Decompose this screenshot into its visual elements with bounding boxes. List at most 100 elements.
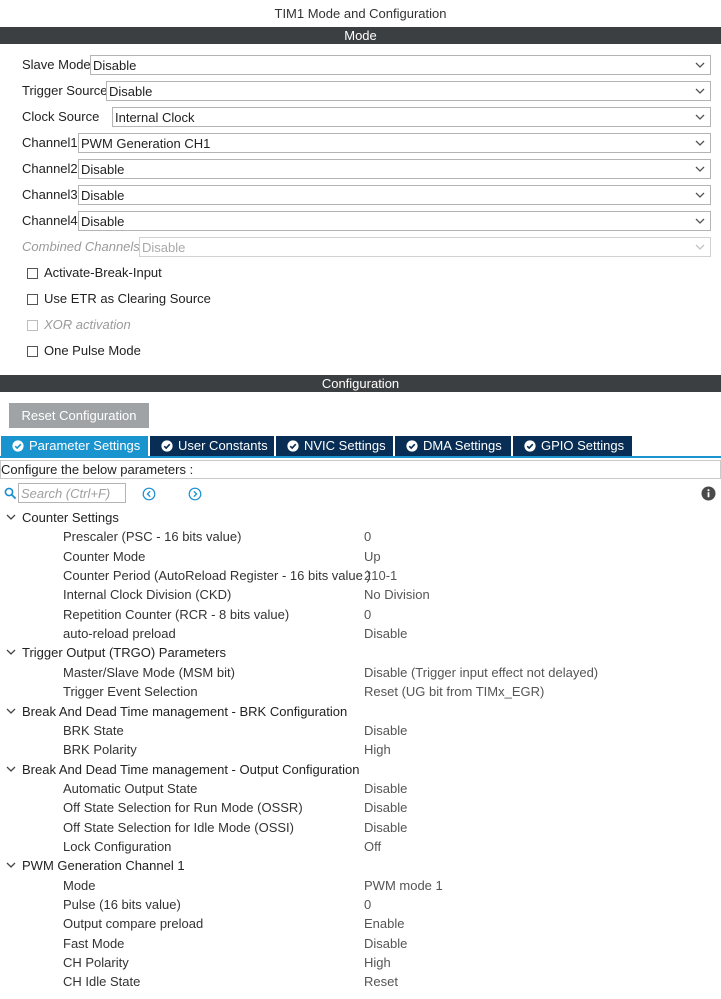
param-value[interactable]: Disable [364,820,407,835]
prev-arrow-icon[interactable] [142,487,156,501]
reset-configuration-button[interactable]: Reset Configuration [9,403,149,428]
channel1-value: PWM Generation CH1 [81,136,211,151]
param-value[interactable]: 0 [364,607,371,622]
tab-gpio-settings[interactable]: GPIO Settings [513,436,632,456]
chevron-down-icon[interactable] [695,190,705,200]
chevron-down-icon[interactable] [6,860,16,870]
check-circle-icon [161,440,173,452]
slave-mode-select[interactable]: Disable [90,55,711,75]
xor-activation-checkbox [27,320,38,331]
chevron-down-icon[interactable] [6,647,16,657]
param-value[interactable]: High [364,955,391,970]
trigger-source-label: Trigger Source [22,83,108,98]
channel1-select[interactable]: PWM Generation CH1 [78,133,711,153]
activate-break-input-label: Activate-Break-Input [44,265,162,280]
param-value[interactable]: Up [364,549,381,564]
check-circle-icon [524,440,536,452]
check-circle-icon [12,440,24,452]
param-value[interactable]: Reset [364,974,398,989]
xor-activation-label: XOR activation [44,317,131,332]
param-value[interactable]: Enable [364,916,404,931]
param-value[interactable]: 210-1 [364,568,397,583]
param-value[interactable]: High [364,742,391,757]
tab-label: User Constants [178,438,268,453]
combined-channels-label: Combined Channels [22,239,140,254]
param-value[interactable]: Disable [364,626,407,641]
check-circle-icon [406,440,418,452]
param-name: Pulse (16 bits value) [63,897,181,912]
param-name: Trigger Event Selection [63,684,198,699]
channel4-select[interactable]: Disable [78,211,711,231]
param-name: Master/Slave Mode (MSM bit) [63,665,235,680]
tab-label: DMA Settings [423,438,502,453]
use-etr-as-clearing-source-checkbox[interactable] [27,294,38,305]
param-value[interactable]: 0 [364,897,371,912]
slave-mode-value: Disable [93,58,137,73]
chevron-down-icon[interactable] [695,86,705,96]
combined-channels-value: Disable [142,240,186,255]
chevron-down-icon[interactable] [695,216,705,226]
param-value[interactable]: PWM mode 1 [364,878,443,893]
chevron-down-icon[interactable] [695,164,705,174]
channel2-value: Disable [81,162,125,177]
one-pulse-mode-checkbox[interactable] [27,346,38,357]
info-icon[interactable] [701,486,716,501]
combined-channels-select: Disable [139,237,711,257]
group-trigger-output-trgo-parameters[interactable]: Trigger Output (TRGO) Parameters [22,645,226,660]
tab-dma-settings[interactable]: DMA Settings [395,436,511,456]
tab-parameter-settings[interactable]: Parameter Settings [1,436,148,456]
chevron-down-icon[interactable] [695,60,705,70]
param-name: BRK Polarity [63,742,137,757]
param-name: Counter Mode [63,549,146,564]
channel4-label: Channel4 [22,213,78,228]
param-value[interactable]: Disable [364,936,407,951]
param-value[interactable]: Reset (UG bit from TIMx_EGR) [364,684,544,699]
group-pwm-generation-channel-1[interactable]: PWM Generation Channel 1 [22,858,185,873]
param-value[interactable]: Disable [364,781,407,796]
tab-user-constants[interactable]: User Constants [150,436,274,456]
channel3-select[interactable]: Disable [78,185,711,205]
clock-source-select[interactable]: Internal Clock [112,107,711,127]
channel4-value: Disable [81,214,125,229]
check-circle-icon [287,440,299,452]
param-name: Mode [63,878,96,893]
chevron-down-icon[interactable] [695,242,705,252]
param-value[interactable]: Disable (Trigger input effect not delaye… [364,665,598,680]
param-name: Off State Selection for Run Mode (OSSR) [63,800,303,815]
param-name: Counter Period (AutoReload Register - 16… [63,568,371,583]
param-name: Automatic Output State [63,781,198,796]
param-value[interactable]: Disable [364,800,407,815]
param-value[interactable]: No Division [364,587,430,602]
trigger-source-select[interactable]: Disable [106,81,711,101]
chevron-down-icon[interactable] [6,706,16,716]
param-value[interactable]: 0 [364,529,371,544]
param-name: BRK State [63,723,124,738]
tab-underline [0,456,721,458]
channel3-label: Channel3 [22,187,78,202]
search-icon[interactable] [4,487,17,500]
param-name: Internal Clock Division (CKD) [63,587,232,602]
activate-break-input-checkbox[interactable] [27,268,38,279]
channel2-select[interactable]: Disable [78,159,711,179]
instructions-text: Configure the below parameters : [1,462,194,477]
chevron-down-icon[interactable] [695,138,705,148]
param-value[interactable]: Disable [364,723,407,738]
next-arrow-icon[interactable] [188,487,202,501]
group-break-and-dead-time-management-brk-configuration[interactable]: Break And Dead Time management - BRK Con… [22,704,347,719]
group-counter-settings[interactable]: Counter Settings [22,510,119,525]
param-name: auto-reload preload [63,626,176,641]
chevron-down-icon[interactable] [6,764,16,774]
clock-source-value: Internal Clock [115,110,195,125]
tab-nvic-settings[interactable]: NVIC Settings [276,436,393,456]
param-name: CH Idle State [63,974,141,989]
channel1-label: Channel1 [22,135,78,150]
trigger-source-value: Disable [109,84,153,99]
param-name: Repetition Counter (RCR - 8 bits value) [63,607,290,622]
group-break-and-dead-time-management-output-configuration[interactable]: Break And Dead Time management - Output … [22,762,359,777]
param-name: Prescaler (PSC - 16 bits value) [63,529,242,544]
clock-source-label: Clock Source [22,109,100,124]
chevron-down-icon[interactable] [6,512,16,522]
param-row[interactable] [0,876,721,895]
chevron-down-icon[interactable] [695,112,705,122]
param-value[interactable]: Off [364,839,381,854]
